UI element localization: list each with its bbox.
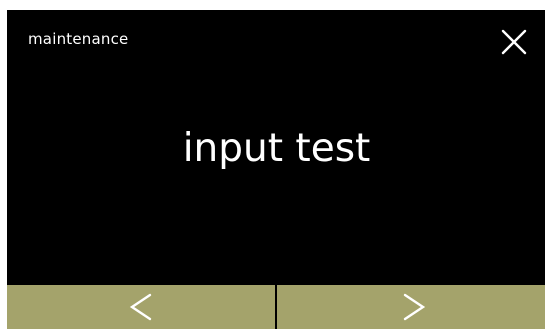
- close-icon: [501, 29, 527, 55]
- page-title: input test: [182, 126, 371, 171]
- next-button[interactable]: [277, 285, 545, 329]
- chevron-left-icon: [129, 293, 152, 321]
- close-button[interactable]: [499, 27, 529, 57]
- header-title: maintenance: [28, 30, 129, 48]
- footer-nav-bar: [7, 285, 545, 329]
- maintenance-screen: maintenance input test: [7, 10, 545, 329]
- previous-button[interactable]: [7, 285, 275, 329]
- chevron-right-icon: [403, 293, 426, 321]
